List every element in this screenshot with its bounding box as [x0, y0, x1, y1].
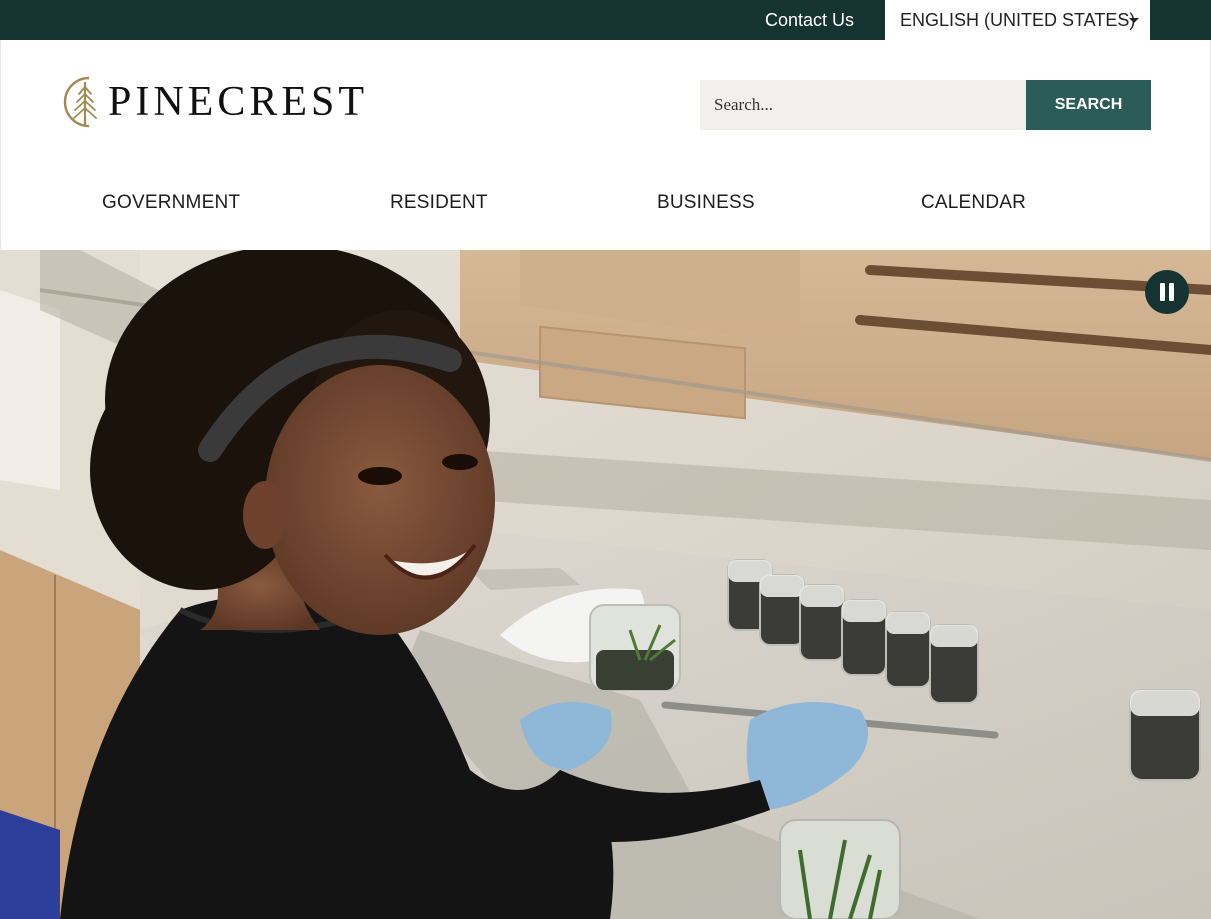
nav-item-business[interactable]: BUSINESS — [657, 192, 755, 214]
language-selected-value: ENGLISH (UNITED STATES) — [900, 10, 1136, 30]
pause-bar-left — [1160, 283, 1165, 301]
utility-bar: Contact Us ENGLISH (UNITED STATES) — [0, 0, 1211, 40]
hero-photo — [0, 250, 1211, 919]
contact-us-link[interactable]: Contact Us — [765, 0, 854, 40]
search-form: SEARCH — [700, 80, 1151, 130]
page: Contact Us ENGLISH (UNITED STATES) PINEC… — [0, 0, 1211, 919]
search-button[interactable]: SEARCH — [1026, 80, 1151, 130]
site-header: PINECREST SEARCH GOVERNMENT RESIDENT BUS… — [0, 40, 1211, 250]
search-input[interactable] — [700, 80, 1026, 130]
pause-bar-right — [1169, 283, 1174, 301]
language-select[interactable]: ENGLISH (UNITED STATES) — [885, 0, 1150, 40]
pine-tree-logo-icon — [63, 76, 97, 128]
nav-item-government[interactable]: GOVERNMENT — [102, 192, 240, 214]
nav-item-calendar[interactable]: CALENDAR — [921, 192, 1026, 214]
nav-item-resident[interactable]: RESIDENT — [390, 192, 488, 214]
chevron-down-icon — [1129, 18, 1139, 23]
hero-carousel — [0, 250, 1211, 919]
carousel-pause-button[interactable] — [1145, 270, 1189, 314]
logo-wordmark: PINECREST — [108, 79, 369, 125]
